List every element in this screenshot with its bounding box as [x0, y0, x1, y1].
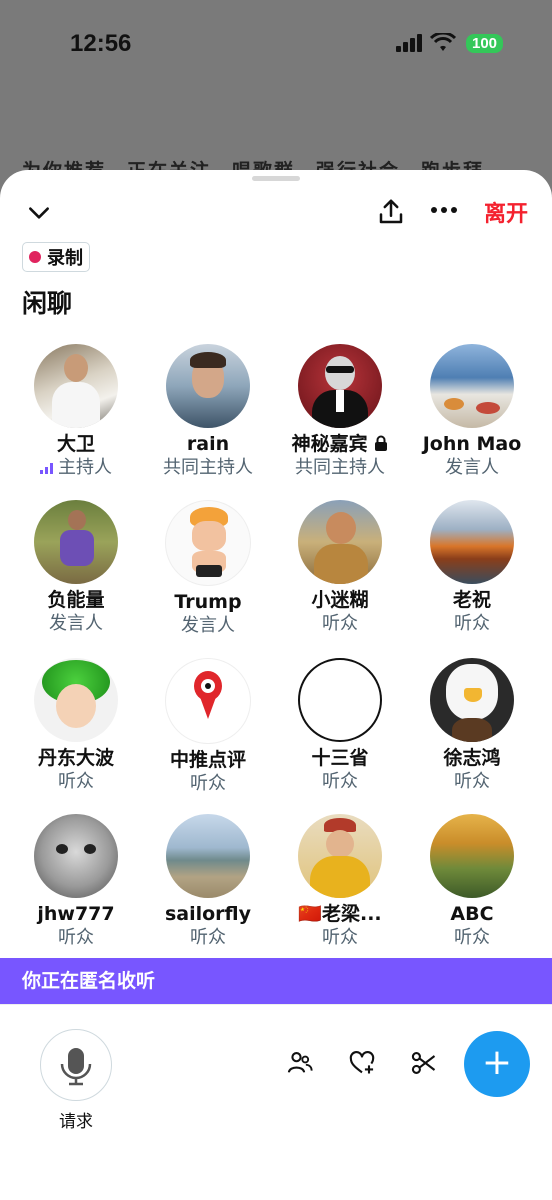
avatar: [430, 658, 514, 742]
participant-name: 小迷糊: [311, 589, 369, 611]
more-options-icon[interactable]: [430, 206, 458, 214]
avatar: [298, 814, 382, 898]
space-footer: 请求 +: [0, 1004, 552, 1200]
scissors-clip-icon[interactable]: [410, 1049, 438, 1077]
anonymous-listening-banner: 你正在匿名收听: [0, 958, 552, 1004]
participant-card[interactable]: 小迷糊 听众: [274, 500, 406, 636]
battery-indicator: 100: [466, 34, 504, 53]
avatar: [165, 658, 251, 744]
request-mic-button[interactable]: [40, 1029, 112, 1101]
participant-name: 负能量: [47, 589, 105, 611]
compose-fab-button[interactable]: +: [464, 1031, 530, 1097]
speaking-indicator-icon: [40, 463, 53, 474]
recording-badge: 录制: [22, 242, 90, 272]
avatar: [165, 500, 251, 586]
heart-plus-icon[interactable]: [348, 1049, 376, 1077]
cellular-signal-icon: [396, 34, 422, 52]
avatar: [298, 344, 382, 428]
avatar: [34, 814, 118, 898]
avatar: [34, 344, 118, 428]
avatar: [34, 500, 118, 584]
participant-role: 听众: [454, 613, 490, 634]
participant-role: 主持人: [10, 456, 142, 480]
participant-role: 发言人: [181, 615, 235, 636]
participant-name: 中推点评: [169, 749, 246, 771]
participant-name: 大卫: [56, 433, 95, 455]
participant-card[interactable]: 神秘嘉宾 共同主持人: [274, 344, 406, 480]
participant-role: 听众: [454, 927, 490, 948]
participant-name: sailorfly: [164, 903, 252, 925]
participant-name: rain: [186, 433, 230, 455]
avatar: [298, 500, 382, 584]
participant-card[interactable]: rain 共同主持人: [142, 344, 274, 480]
participant-name: 徐志鸿: [443, 747, 501, 769]
avatar: [298, 658, 382, 742]
participant-role: 发言人: [49, 613, 103, 634]
people-icon[interactable]: [286, 1049, 314, 1077]
wifi-icon: [430, 33, 456, 51]
participant-card[interactable]: 中推点评 听众: [142, 658, 274, 796]
participant-name: 神秘嘉宾: [274, 432, 406, 456]
participant-role: 听众: [322, 771, 358, 792]
participant-name: 老祝: [452, 589, 491, 611]
recording-label: 录制: [47, 248, 83, 269]
participant-name-text: 神秘嘉宾: [291, 433, 368, 455]
participant-role: 听众: [322, 613, 358, 634]
participant-card[interactable]: 丹东大波 听众: [10, 658, 142, 794]
recording-dot-icon: [29, 251, 41, 263]
space-title: 闲聊: [22, 289, 73, 318]
participant-role-text: 主持人: [58, 457, 112, 478]
avatar: [34, 658, 118, 742]
participant-name: ABC: [450, 903, 494, 925]
avatar: [430, 500, 514, 584]
participant-name: jhw777: [37, 903, 115, 925]
participant-card[interactable]: 大卫 主持人: [10, 344, 142, 480]
avatar: [430, 814, 514, 898]
participant-role: 共同主持人: [163, 457, 253, 478]
leave-button[interactable]: 离开: [484, 196, 528, 228]
participant-card[interactable]: jhw777 听众: [10, 814, 142, 950]
participant-role: 听众: [322, 927, 358, 948]
participant-card[interactable]: John Mao 发言人: [406, 344, 538, 480]
avatar: [430, 344, 514, 428]
participant-role: 听众: [190, 927, 226, 948]
chevron-down-icon[interactable]: [26, 200, 52, 226]
participant-role: 听众: [58, 927, 94, 948]
participant-card[interactable]: 徐志鸿 听众: [406, 658, 538, 794]
participant-name: 🇨🇳老梁...: [298, 903, 382, 925]
participant-name: Trump: [174, 591, 242, 613]
microphone-icon: [60, 1048, 92, 1086]
clock: 12:56: [70, 30, 132, 57]
participant-card[interactable]: 十三省 听众: [274, 658, 406, 794]
participant-card[interactable]: 老祝 听众: [406, 500, 538, 636]
participant-name: 丹东大波: [37, 747, 114, 769]
spaces-sheet: 离开 录制 闲聊 大卫 主持人 rain 共同主持人 神秘嘉宾 共同主持人 Jo…: [0, 170, 552, 1200]
participant-role: 发言人: [445, 457, 499, 478]
status-bar: 12:56 100: [0, 0, 552, 90]
participant-card[interactable]: ABC 听众: [406, 814, 538, 950]
participant-role: 听众: [454, 771, 490, 792]
participant-card[interactable]: 🇨🇳老梁... 听众: [274, 814, 406, 950]
participant-role: 听众: [58, 771, 94, 792]
participant-name: 十三省: [311, 747, 369, 769]
anonymous-banner-text: 你正在匿名收听: [22, 970, 156, 992]
participant-card[interactable]: sailorfly 听众: [142, 814, 274, 950]
participant-card[interactable]: 负能量 发言人: [10, 500, 142, 636]
avatar: [166, 814, 250, 898]
participant-card[interactable]: Trump 发言人: [142, 500, 274, 638]
sheet-drag-handle[interactable]: [252, 176, 300, 181]
lock-icon: [375, 435, 388, 451]
participant-role: 听众: [190, 773, 226, 794]
request-label: 请求: [59, 1112, 93, 1132]
avatar: [166, 344, 250, 428]
share-icon[interactable]: [376, 196, 406, 228]
participant-role: 共同主持人: [295, 457, 385, 478]
participant-name: John Mao: [422, 433, 522, 455]
